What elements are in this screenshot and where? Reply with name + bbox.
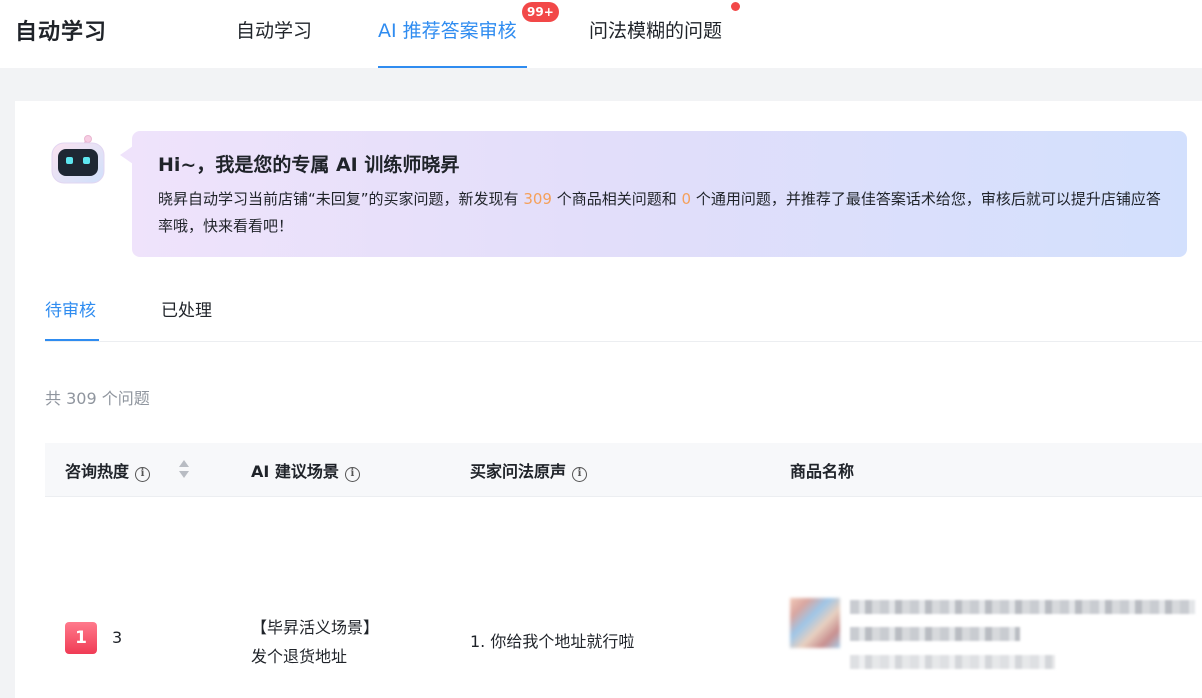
product-name-blurred[interactable]	[850, 600, 1195, 614]
subtab-pending-review[interactable]: 待审核	[45, 296, 96, 321]
app-title: 自动学习	[15, 20, 108, 45]
subtab-processed[interactable]: 已处理	[161, 296, 212, 321]
tab-ai-answer-review[interactable]: AI 推荐答案审核	[378, 16, 517, 43]
intro-title: Hi~，我是您的专属 AI 训练师晓昇	[158, 154, 460, 176]
product-question-count: 309	[523, 190, 552, 208]
column-header-label: 买家问法原声	[470, 462, 567, 481]
total-question-count: 共 309 个问题	[45, 389, 150, 408]
sort-icon[interactable]	[177, 458, 191, 480]
info-icon[interactable]: i	[572, 467, 588, 482]
column-header-ai-scene: AI 建议场景 i	[251, 458, 360, 482]
column-header-heat: 咨询热度 i	[65, 458, 151, 482]
tab-auto-learning[interactable]: 自动学习	[236, 16, 312, 43]
product-thumbnail[interactable]	[790, 598, 840, 648]
robot-avatar-icon	[51, 135, 105, 184]
ai-scene-description: 发个退货地址	[251, 647, 348, 666]
active-tab-indicator	[378, 66, 527, 68]
subtab-divider	[45, 341, 1202, 342]
intro-text: 晓昇自动学习当前店铺“未回复”的买家问题，新发现有 309 个商品相关问题和 0…	[158, 186, 1168, 240]
ai-scene-title: 【毕昇活义场景】	[251, 618, 380, 637]
info-icon[interactable]: i	[135, 467, 151, 482]
product-name-blurred[interactable]	[850, 627, 1020, 641]
product-spec-blurred	[850, 655, 1055, 669]
buyer-question-text: 1. 你给我个地址就行啦	[470, 632, 635, 651]
rank-badge: 1	[65, 622, 97, 654]
general-question-count: 0	[681, 190, 692, 208]
info-icon[interactable]: i	[344, 467, 360, 482]
intro-text-part: 晓昇自动学习当前店铺“未回复”的买家问题，新发现有	[158, 190, 524, 208]
heat-value: 3	[112, 628, 123, 647]
intro-text-part: 个商品相关问题和	[551, 190, 682, 208]
tab-ambiguous-questions[interactable]: 问法模糊的问题	[589, 16, 722, 43]
column-header-label: 商品名称	[790, 462, 855, 481]
column-header-label: AI 建议场景	[251, 462, 339, 481]
notification-dot	[731, 2, 740, 11]
column-header-label: 咨询热度	[65, 462, 130, 481]
column-header-buyer-question: 买家问法原声 i	[470, 458, 588, 482]
column-header-product-name: 商品名称	[790, 458, 854, 482]
tab-count-badge: 99+	[522, 2, 559, 22]
table-header	[45, 443, 1202, 497]
